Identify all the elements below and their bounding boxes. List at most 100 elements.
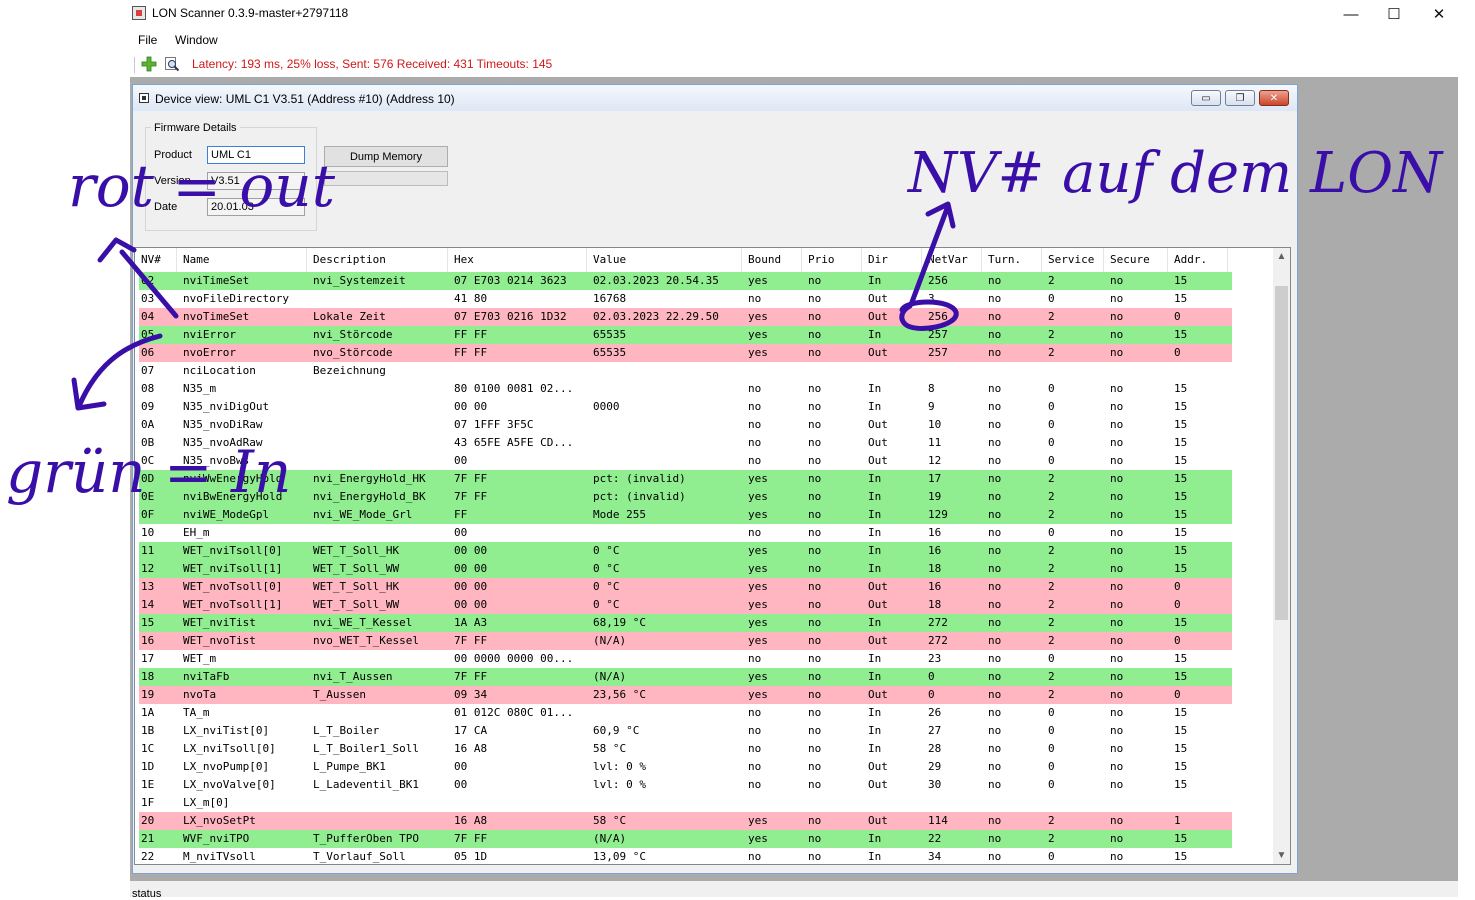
table-row[interactable]: 10 EH_m 00 no no In 16 no 0 no 15 [139,524,1232,542]
column-header[interactable]: Service [1042,248,1104,272]
table-cell [1104,362,1168,380]
table-cell: In [868,274,882,287]
table-cell: 16 [928,580,942,593]
vertical-scrollbar[interactable]: ▲ ▼ [1273,248,1290,864]
dump-memory-button[interactable]: Dump Memory [324,146,448,167]
table-cell: 65535 [593,346,627,359]
table-row[interactable]: 17 WET_m 00 0000 0000 00... no no In 23 no 0 no 15 [139,650,1232,668]
table-row[interactable]: 09 N35_nviDigOut 00 00 0000 no no In 9 no 0 no 15 [139,398,1232,416]
table-row[interactable]: 1D LX_nvoPump[0] L_Pumpe_BK1 00 lvl: 0 % no no… [139,758,1232,776]
table-row[interactable]: 15 WET_nviTist nvi_WE_T_Kessel 1A A3 68,19 °… [139,614,1232,632]
table-row[interactable]: 0D nviWwEnergyHold nvi_EnergyHold_HK 7F FF p… [139,470,1232,488]
table-row[interactable]: 04 nvoTimeSet Lokale Zeit 07 E703 0216 1D32… [139,308,1232,326]
column-header[interactable]: Value [587,248,742,272]
table-cell: no [1110,382,1124,395]
table-cell: yes [748,472,768,485]
table-row[interactable]: 08 N35_m 80 0100 0081 02... no no In 8 no 0 no 15 [139,380,1232,398]
table-cell: In [868,670,882,683]
table-cell: yes [748,544,768,557]
column-header[interactable]: Bound [742,248,802,272]
table-row[interactable]: 0B N35_nvoAdRaw 43 65FE A5FE CD... no no Out 1… [139,434,1232,452]
table-cell: 15 [1174,526,1188,539]
table-cell: 9 [928,400,935,413]
column-header[interactable]: Addr. [1168,248,1228,272]
table-cell: 0 °C [593,562,620,575]
date-field[interactable] [207,198,305,216]
table-row[interactable]: 1B LX_nviTist[0] L_T_Boiler 17 CA 60,9 °C no n… [139,722,1232,740]
table-cell: 0 [1174,346,1181,359]
table-cell: no [808,346,822,359]
plus-icon[interactable] [141,56,157,72]
version-field[interactable] [207,172,305,190]
column-header[interactable]: NV# [135,248,177,272]
column-header[interactable]: Turn. [982,248,1042,272]
column-header[interactable]: NetVar [922,248,982,272]
magnifier-icon[interactable] [164,56,180,72]
table-row[interactable]: 21 WVF_nviTPO T_PufferOben TPO 7F FF (N/A) ye… [139,830,1232,848]
table-row[interactable]: 0A N35_nvoDiRaw 07 1FFF 3F5C no no Out 10 no 0 no… [139,416,1232,434]
table-row[interactable]: 1C LX_nviTsoll[0] L_T_Boiler1_Soll 16 A8 58 … [139,740,1232,758]
column-header[interactable]: Name [177,248,307,272]
table-row[interactable]: 0F nviWE_ModeGpl nvi_WE_Mode_Grl FF Mode 255… [139,506,1232,524]
scroll-thumb[interactable] [1275,286,1288,620]
scroll-up-arrow-icon[interactable]: ▲ [1273,248,1290,265]
table-cell: 272 [928,616,948,629]
menu-file[interactable]: File [138,33,157,47]
table-row[interactable]: 12 WET_nviTsoll[1] WET_T_Soll_WW 00 00 0 °C y… [139,560,1232,578]
column-header[interactable]: Hex [448,248,587,272]
table-row[interactable]: 19 nvoTa T_Aussen 09 34 23,56 °C yes no Out 0 no 2… [139,686,1232,704]
menu-window[interactable]: Window [175,33,218,47]
table-row[interactable]: 18 nviTaFb nvi_T_Aussen 7F FF (N/A) yes no In 0 n… [139,668,1232,686]
table-cell: no [988,580,1002,593]
table-row[interactable]: 0E nviBwEnergyHold nvi_EnergyHold_BK 7F FF p… [139,488,1232,506]
table-row[interactable]: 1A TA_m 01 012C 080C 01... no no In 26 no 0 no 15 [139,704,1232,722]
table-row[interactable]: 1E LX_nvoValve[0] L_Ladeventil_BK1 00 lvl: 0… [139,776,1232,794]
product-field[interactable] [207,146,305,164]
table-cell: 0 [1048,454,1055,467]
table-cell: 19 [141,688,155,701]
table-cell: no [988,760,1002,773]
table-cell: 07 E703 0216 1D32 [454,310,567,323]
table-row[interactable]: 07 nciLocation Bezeichnung [139,362,1232,380]
scroll-down-arrow-icon[interactable]: ▼ [1273,847,1290,864]
table-cell: 0 [1048,292,1055,305]
table-row[interactable]: 11 WET_nviTsoll[0] WET_T_Soll_HK 00 00 0 °C y… [139,542,1232,560]
table-cell: no [1110,706,1124,719]
table-cell: no [748,742,762,755]
table-row[interactable]: 16 WET_nvoTist nvo_WET_T_Kessel 7F FF (N/A) y… [139,632,1232,650]
table-cell: no [808,760,822,773]
child-restore-button[interactable]: ❐ [1225,90,1255,106]
table-row[interactable]: 22 M_nviTVsoll T_Vorlauf_Soll 05 1D 13,09 °C… [139,848,1232,864]
child-minimize-button[interactable]: ▭ [1191,90,1221,106]
table-cell [922,362,982,380]
table-cell: no [988,400,1002,413]
table-row[interactable]: 02 nviTimeSet nvi_Systemzeit 07 E703 0214 3… [139,272,1232,290]
column-header[interactable]: Dir [862,248,922,272]
table-cell: 0000 [593,400,620,413]
table-row[interactable]: 0C N35_nvoBws 00 no no Out 12 no 0 no 15 [139,452,1232,470]
table-cell: 15 [1174,274,1188,287]
column-header[interactable]: Description [307,248,448,272]
table-cell [587,524,742,542]
child-close-button[interactable]: ✕ [1259,90,1289,106]
minimize-button[interactable]: — [1328,0,1374,28]
table-cell: yes [748,598,768,611]
table-cell: 15 [1174,652,1188,665]
table-cell: no [748,526,762,539]
table-row[interactable]: 14 WET_nvoTsoll[1] WET_T_Soll_WW 00 00 0 °C y… [139,596,1232,614]
table-cell: 2 [1048,598,1055,611]
table-cell: LX_nviTist[0] [183,724,270,737]
close-button[interactable]: ✕ [1416,0,1462,28]
table-row[interactable]: 13 WET_nvoTsoll[0] WET_T_Soll_HK 00 00 0 °C y… [139,578,1232,596]
table-cell: no [808,310,822,323]
table-row[interactable]: 05 nviError nvi_Störcode FF FF 65535 yes no In 2… [139,326,1232,344]
column-header[interactable]: Secure [1104,248,1168,272]
table-row[interactable]: 06 nvoError nvo_Störcode FF FF 65535 yes no Out… [139,344,1232,362]
table-cell: no [808,742,822,755]
table-row[interactable]: 20 LX_nvoSetPt 16 A8 58 °C yes no Out 114 no 2 no 1 [139,812,1232,830]
column-header[interactable]: Prio [802,248,862,272]
maximize-button[interactable]: ☐ [1371,0,1417,28]
table-row[interactable]: 1F LX_m[0] [139,794,1232,812]
table-row[interactable]: 03 nvoFileDirectory 41 80 16768 no no Out 3 no 0 n… [139,290,1232,308]
table-cell: WET_nviTsoll[0] [183,544,283,557]
